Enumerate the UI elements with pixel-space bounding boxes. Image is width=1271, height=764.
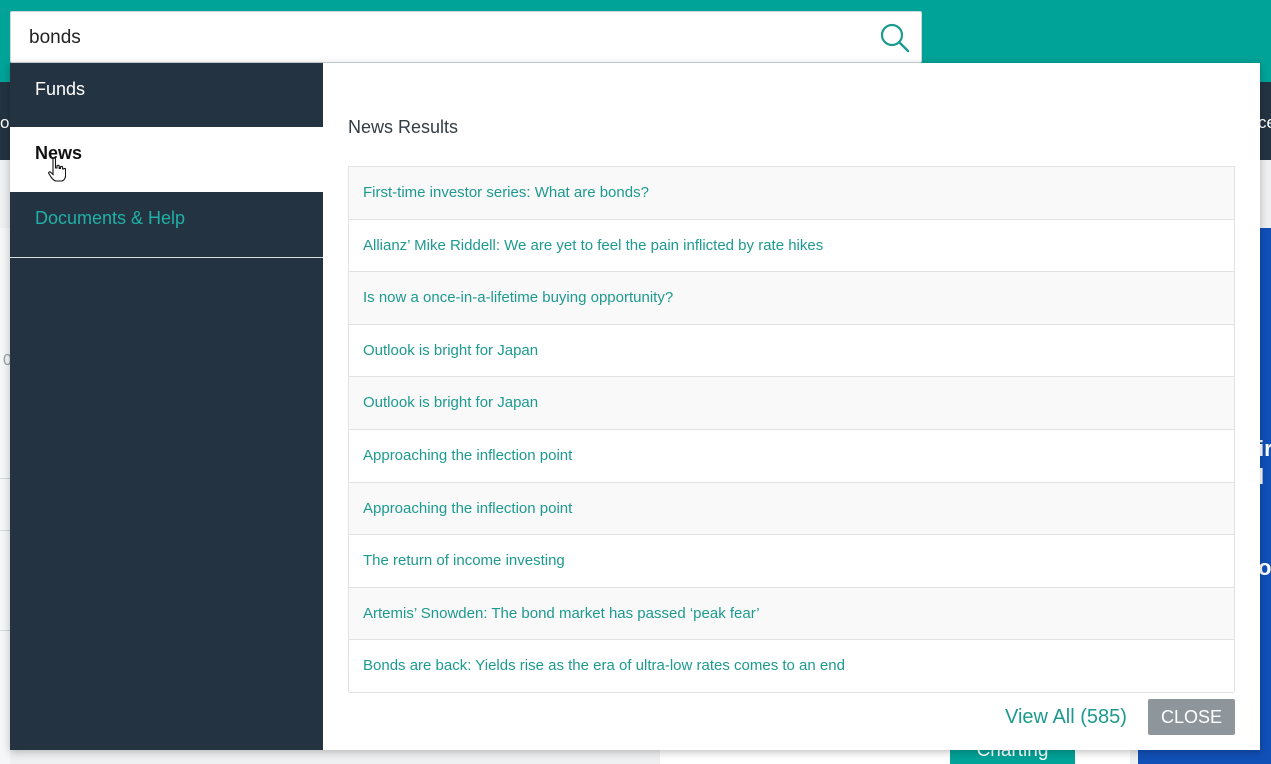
background-card-left — [0, 228, 10, 764]
category-funds[interactable]: Funds — [10, 63, 323, 128]
search-icon[interactable] — [877, 20, 913, 56]
news-result-item[interactable]: Is now a once-in-a-lifetime buying oppor… — [349, 272, 1234, 325]
search-results-dropdown: Funds News Documents & Help News Results… — [10, 63, 1260, 750]
nav-item-partial-left[interactable]: o — [0, 113, 9, 133]
news-result-item[interactable]: The return of income investing — [349, 535, 1234, 588]
news-result-item[interactable]: Approaching the inflection point — [349, 429, 1234, 483]
news-result-item[interactable]: Artemis’ Snowden: The bond market has pa… — [349, 587, 1234, 641]
news-results-list: First-time investor series: What are bon… — [348, 166, 1235, 693]
divider — [0, 478, 10, 479]
results-category-sidebar: Funds News Documents & Help — [10, 63, 323, 750]
divider — [0, 630, 10, 631]
search-bar — [10, 11, 922, 63]
news-result-item[interactable]: Approaching the inflection point — [349, 482, 1234, 536]
divider — [0, 530, 10, 531]
view-all-link[interactable]: View All (585) — [1005, 706, 1127, 729]
results-heading: News Results — [348, 117, 459, 137]
category-documents-help[interactable]: Documents & Help — [10, 192, 323, 258]
close-button[interactable]: CLOSE — [1148, 699, 1235, 735]
news-result-item[interactable]: Bonds are back: Yields rise as the era o… — [349, 640, 1234, 693]
news-result-item[interactable]: Allianz’ Mike Riddell: We are yet to fee… — [349, 219, 1234, 273]
news-results-pane: News Results First-time investor series:… — [348, 63, 1235, 750]
news-result-item[interactable]: First-time investor series: What are bon… — [349, 167, 1234, 220]
hand-cursor-icon — [48, 157, 66, 182]
search-input[interactable] — [29, 24, 849, 52]
news-result-item[interactable]: Outlook is bright for Japan — [349, 324, 1234, 378]
news-result-item[interactable]: Outlook is bright for Japan — [349, 377, 1234, 430]
